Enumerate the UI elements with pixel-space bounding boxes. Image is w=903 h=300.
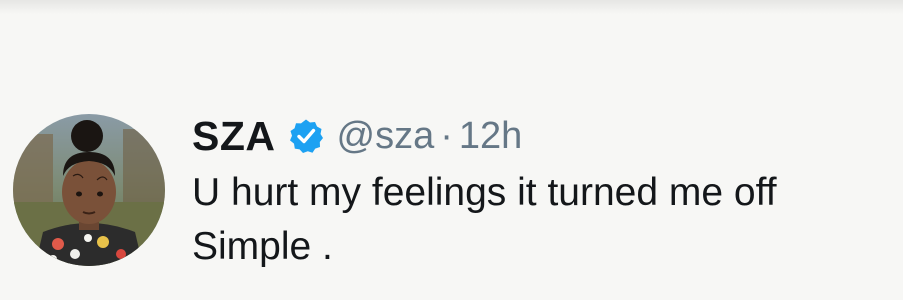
tweet[interactable]: SZA @sza · 12h U hurt my feelings it tur… [0,0,903,300]
tweet-text-line: Simple . [192,225,333,268]
avatar-image [13,114,165,266]
verified-badge-icon [288,118,324,154]
separator-dot: · [440,114,453,157]
tweet-text-line: U hurt my feelings it turned me off [192,171,777,214]
tweet-timestamp[interactable]: 12h [459,115,522,158]
display-name[interactable]: SZA [192,113,276,160]
tweet-header: SZA @sza · 12h [192,111,522,161]
avatar[interactable] [13,114,165,266]
user-handle[interactable]: @sza [337,115,435,158]
tweet-text: U hurt my feelings it turned me off Simp… [192,166,777,274]
